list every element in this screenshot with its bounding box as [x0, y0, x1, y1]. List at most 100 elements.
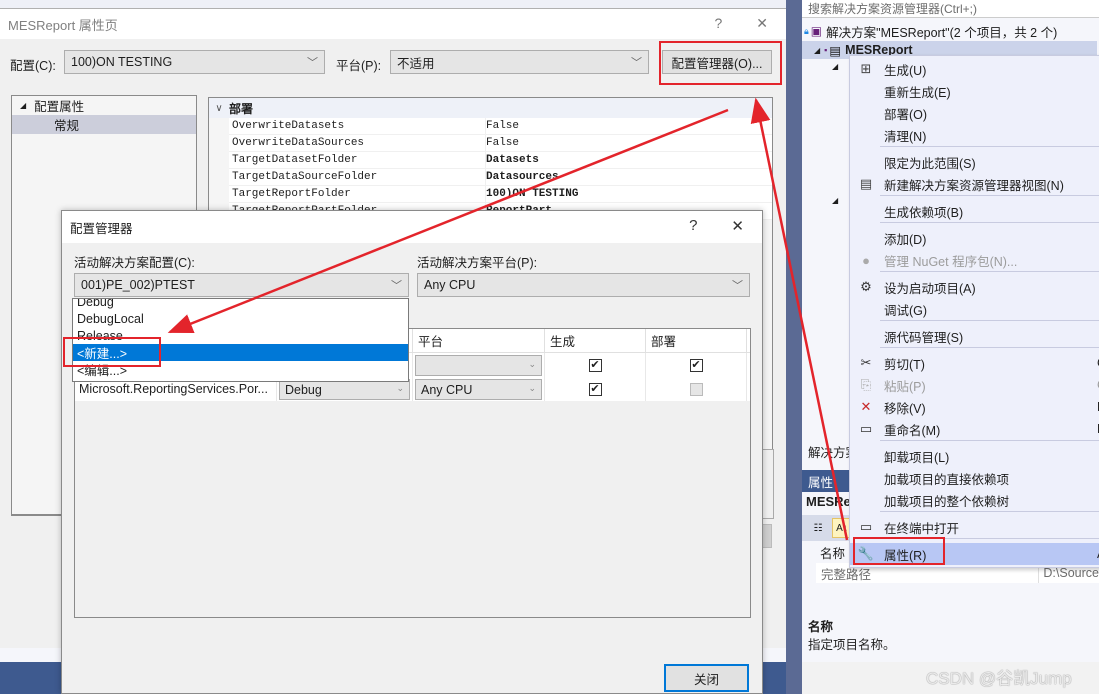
- context-menu-item[interactable]: 调试(G): [850, 298, 1099, 320]
- expand-triangle-icon: ◢: [20, 101, 27, 110]
- context-menu-label: 生成(U): [884, 63, 927, 78]
- rename-icon: ▭: [859, 421, 873, 436]
- properties-object-name: MESRe: [806, 494, 851, 509]
- grid-row-value[interactable]: False: [485, 135, 772, 151]
- context-menu-item[interactable]: ⎘粘贴(P)C: [850, 374, 1099, 396]
- context-menu-item[interactable]: 重新生成(E): [850, 80, 1099, 102]
- config-select[interactable]: 100)ON TESTING ﹀: [64, 50, 325, 74]
- context-menu-label: 部署(O): [884, 107, 928, 122]
- grid-row-value[interactable]: Datasets: [485, 152, 772, 168]
- context-menu-item[interactable]: 生成依赖项(B): [850, 200, 1099, 222]
- solution-search-input[interactable]: 搜索解决方案资源管理器(Ctrl+;): [802, 0, 1099, 18]
- grid-row-value[interactable]: Datasources: [485, 169, 772, 185]
- dropdown-option[interactable]: Release: [73, 327, 408, 344]
- context-menu-item[interactable]: ● 管理 NuGet 程序包(N)...: [850, 249, 1099, 271]
- tree-item-label: 常规: [54, 119, 80, 133]
- tree-item-config-properties[interactable]: ◢ 配置属性: [12, 96, 196, 115]
- context-menu-label: 新建解决方案资源管理器视图(N): [884, 178, 1064, 193]
- context-menu-item[interactable]: 添加(D): [850, 227, 1099, 249]
- context-menu-item[interactable]: 部署(O): [850, 102, 1099, 124]
- grid-row[interactable]: TargetDatasetFolder Datasets: [229, 152, 772, 169]
- grid-row[interactable]: TargetReportFolder 100)ON TESTING: [229, 186, 772, 203]
- context-menu-item[interactable]: 🔧属性(R)A: [850, 543, 1099, 565]
- watermark: CSDN @谷凯Jump: [926, 669, 1072, 688]
- build-checkbox[interactable]: ✔: [588, 382, 602, 396]
- config-label: 配置(C):: [10, 59, 56, 73]
- context-menu-label: 管理 NuGet 程序包(N)...: [884, 254, 1018, 269]
- dropdown-option[interactable]: <新建...>: [73, 344, 408, 361]
- platform-select-value: 不适用: [397, 56, 435, 71]
- grid-row-value[interactable]: False: [485, 118, 772, 134]
- expand-triangle-icon[interactable]: ◢: [832, 62, 838, 71]
- context-menu-label: 加载项目的整个依赖树: [884, 494, 1010, 509]
- chevron-down-icon: ﹀: [391, 280, 402, 292]
- chevron-down-icon: ﹀: [307, 57, 318, 69]
- context-menu-label: 设为启动项目(A): [884, 281, 976, 296]
- context-menu-label: 添加(D): [884, 232, 927, 247]
- context-menu-item[interactable]: ▭ 在终端中打开: [850, 516, 1099, 538]
- platform-select[interactable]: 不适用 ﹀: [390, 50, 649, 74]
- build-checkbox[interactable]: ✔: [588, 358, 602, 372]
- cell-platform[interactable]: ⌄: [413, 353, 545, 377]
- solution-node[interactable]: 🔒︎ ▣ 解决方案"MESReport"(2 个项目，共 2 个): [804, 22, 1099, 40]
- dropdown-option[interactable]: <编辑...>: [73, 361, 408, 378]
- tree-bottom-border: [11, 515, 61, 516]
- active-config-label: 活动解决方案配置(C):: [74, 256, 195, 270]
- context-menu-item[interactable]: 加载项目的直接依赖项: [850, 467, 1099, 489]
- help-button[interactable]: ?: [689, 217, 697, 235]
- context-menu-item[interactable]: 源代码管理(S): [850, 325, 1099, 347]
- dropdown-option[interactable]: Debug: [73, 299, 408, 310]
- active-config-select[interactable]: 001)PE_002)PTEST ﹀: [74, 273, 409, 297]
- grid-row[interactable]: OverwriteDatasets False: [229, 118, 772, 135]
- close-dialog-button[interactable]: 关闭: [664, 664, 749, 692]
- context-menu-label: 重新生成(E): [884, 85, 951, 100]
- expand-triangle-icon[interactable]: ◢: [832, 196, 838, 205]
- context-menu-item[interactable]: ⊞ 生成(U): [850, 58, 1099, 80]
- context-menu-item[interactable]: ▤ 新建解决方案资源管理器视图(N): [850, 173, 1099, 195]
- context-menu-label: 重命名(M): [884, 423, 941, 438]
- paste-icon: ⎘: [860, 377, 872, 392]
- cell-platform[interactable]: Any CPU ⌄: [413, 377, 545, 401]
- platform-combo[interactable]: ⌄: [415, 355, 542, 376]
- context-menu-item[interactable]: 加载项目的整个依赖树: [850, 489, 1099, 511]
- ide-splitter[interactable]: [786, 0, 802, 694]
- tree-item-general[interactable]: 常规: [12, 115, 196, 134]
- config-manager-button[interactable]: 配置管理器(O)...: [662, 50, 772, 74]
- config-combo[interactable]: Debug ⌄: [279, 379, 410, 400]
- close-button[interactable]: ✕: [756, 15, 768, 32]
- deploy-checkbox[interactable]: [689, 382, 703, 396]
- deploy-checkbox[interactable]: ✔: [689, 358, 703, 372]
- context-menu-item[interactable]: ✕移除(V)D: [850, 396, 1099, 418]
- help-button[interactable]: ?: [714, 15, 722, 32]
- context-menu-item[interactable]: ✂剪切(T)C: [850, 352, 1099, 374]
- chevron-down-icon: ﹀: [631, 57, 642, 69]
- context-menu-label: 源代码管理(S): [884, 330, 964, 345]
- context-menu-item[interactable]: 限定为此范围(S): [850, 151, 1099, 173]
- context-menu-item[interactable]: 清理(N): [850, 124, 1099, 146]
- remove-icon: ✕: [860, 399, 872, 414]
- grid-category-deploy[interactable]: ∨ 部署: [209, 98, 772, 118]
- context-menu-item[interactable]: 卸载项目(L): [850, 445, 1099, 467]
- dropdown-option[interactable]: DebugLocal: [73, 310, 408, 327]
- platform-combo[interactable]: Any CPU ⌄: [415, 379, 542, 400]
- context-menu-item[interactable]: ⚙ 设为启动项目(A): [850, 276, 1099, 298]
- col-deploy: 部署: [646, 329, 747, 352]
- menu-separator: [880, 440, 1099, 441]
- categorized-icon[interactable]: ☷: [808, 518, 828, 538]
- platform-label: 平台(P):: [336, 59, 382, 73]
- context-menu-item[interactable]: ▭重命名(M)F: [850, 418, 1099, 440]
- chevron-down-icon: ⌄: [528, 383, 536, 393]
- cell-deploy: ✔: [646, 353, 747, 377]
- active-platform-select[interactable]: Any CPU ﹀: [417, 273, 750, 297]
- new-view-icon: ▤: [859, 176, 873, 191]
- grid-row[interactable]: OverwriteDataSources False: [229, 135, 772, 152]
- lock-icon: 🔒︎: [804, 25, 809, 36]
- context-menu-label: 限定为此范围(S): [884, 156, 976, 171]
- context-menu-label: 清理(N): [884, 129, 927, 144]
- grid-row[interactable]: TargetDataSourceFolder Datasources: [229, 169, 772, 186]
- context-menu-label: 加载项目的直接依赖项: [884, 472, 1010, 487]
- collapse-chevron-icon[interactable]: ∨: [209, 103, 229, 114]
- close-button[interactable]: ✕: [731, 217, 744, 235]
- menu-separator: [880, 146, 1099, 147]
- grid-row-value[interactable]: 100)ON TESTING: [485, 186, 772, 202]
